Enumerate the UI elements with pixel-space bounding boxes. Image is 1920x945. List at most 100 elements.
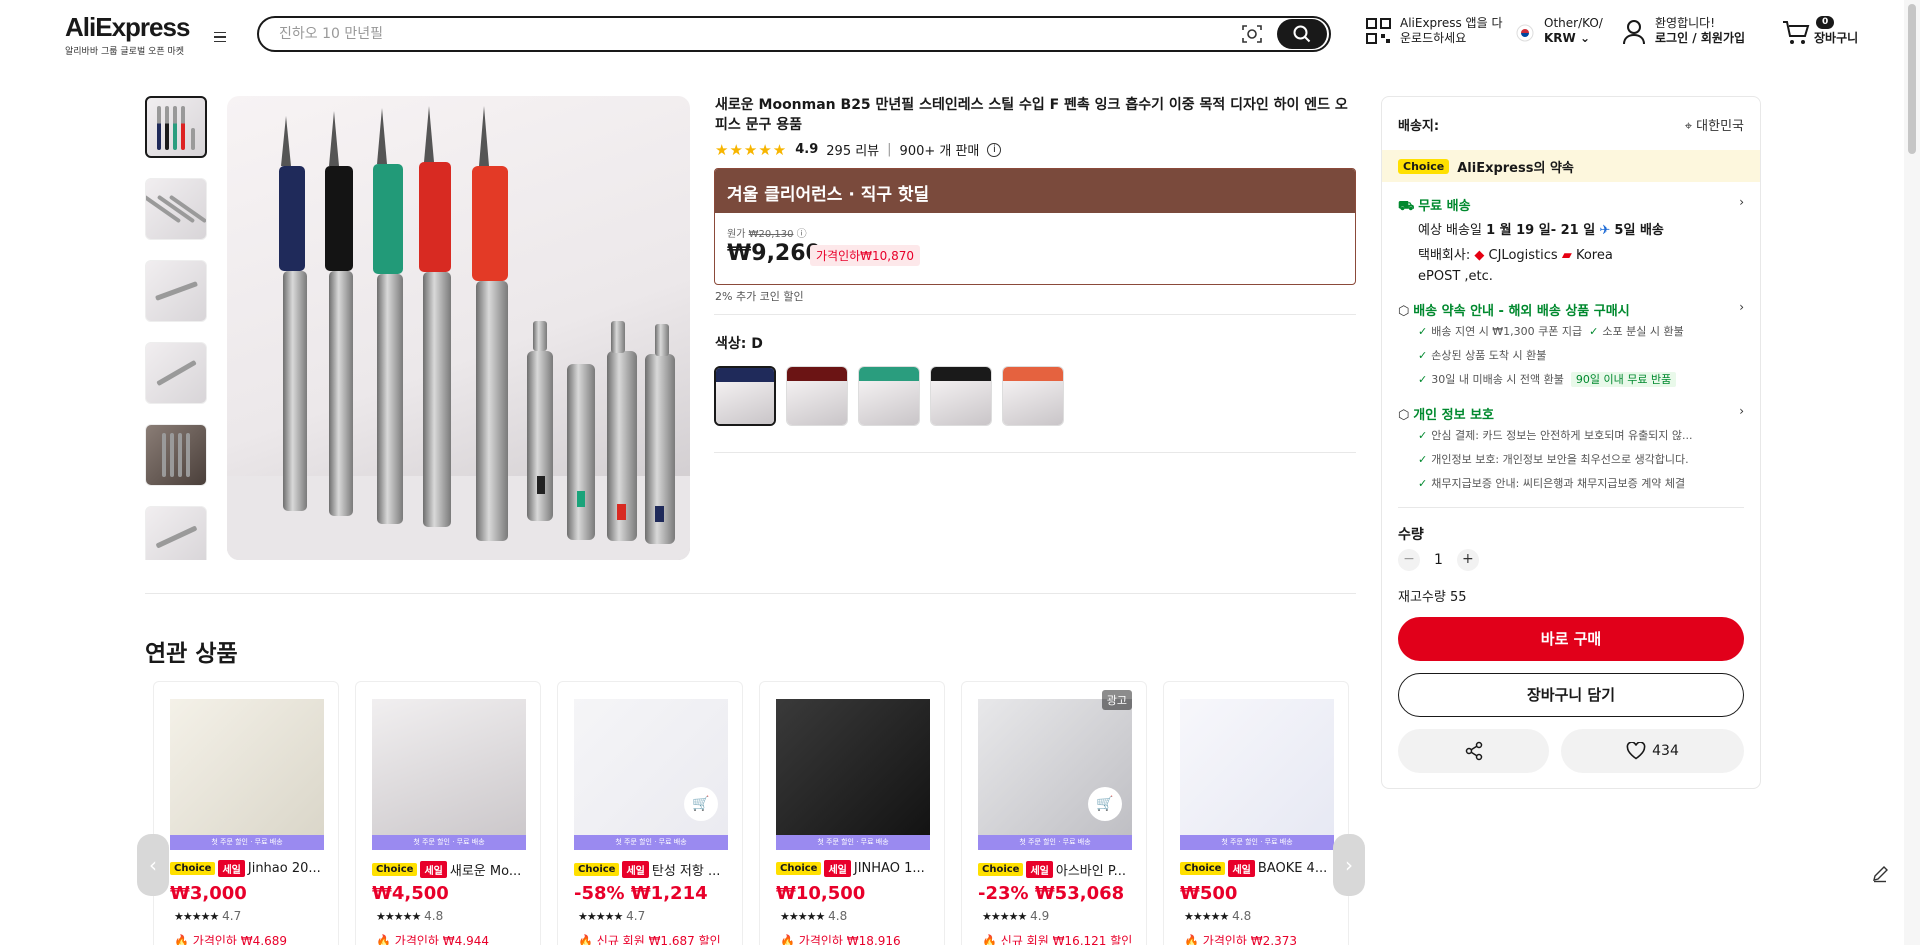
locale-selector[interactable]: Other/KO/ KRW ⌄ [1516, 16, 1603, 46]
app-line-1: AliExpress 앱을 다 [1400, 16, 1503, 30]
search-icon [1293, 25, 1311, 43]
related-product-price: -23% ₩53,068 [978, 883, 1125, 904]
thumbnail-4[interactable] [145, 342, 207, 404]
related-product-rating: ★★★★★ 4.8 [1184, 909, 1252, 923]
login-signup-link[interactable]: 로그인 / 회원가입 [1655, 31, 1745, 46]
free-shipping-row[interactable]: ⛟ 무료 배송 › [1398, 195, 1744, 216]
related-product-rating: ★★★★★ 4.9 [982, 909, 1050, 923]
thumbnail-list [145, 96, 209, 560]
page-scrollbar[interactable] [1904, 0, 1920, 945]
related-product-image [978, 699, 1132, 850]
flame-icon: 🔥 [1184, 934, 1199, 945]
eta-dates: 1 월 19 일- 21 일 [1486, 223, 1596, 238]
related-product-card[interactable]: 첫 주문 할인 · 무료 배송 Choice 세일 BAOKE 4... ₩500 ★★★… [1163, 681, 1349, 945]
chevron-right-icon: › [1739, 195, 1744, 209]
share-button[interactable] [1398, 729, 1549, 773]
ship-to-selector[interactable]: ⌖ 대한민국 [1685, 115, 1744, 134]
rating-row: ★★★★★ 4.9 295 리뷰 | 900+ 개 판매 i [715, 140, 1002, 159]
flame-icon: 🔥 [376, 934, 391, 945]
chevron-right-icon: › [1739, 404, 1744, 418]
share-icon [1465, 741, 1482, 761]
related-product-card[interactable]: 첫 주문 할인 · 무료 배송 광고 🛒 Choice 세일 아스바인 P... -23% … [961, 681, 1147, 945]
thumbnail-3[interactable] [145, 260, 207, 322]
wishlist-count: 434 [1652, 743, 1679, 759]
chevron-down-icon: ⌄ [1579, 31, 1591, 45]
color-swatch-3[interactable] [858, 366, 920, 426]
thumbnail-5[interactable] [145, 424, 207, 486]
search-input[interactable] [279, 24, 1219, 44]
privacy-list: ✓ 안심 결제: 카드 정보는 안전하게 보호되며 유출되지 않... ✓ 개인정보… [1418, 429, 1693, 490]
app-line-2: 운로드하세요 [1400, 31, 1467, 45]
related-product-rating: ★★★★★ 4.8 [780, 909, 848, 923]
carousel-next-button[interactable]: › [1333, 834, 1365, 896]
color-swatch-5[interactable] [1002, 366, 1064, 426]
rating-stars-icon: ★★★★★ [715, 140, 788, 159]
related-product-name: Choice 세일 JINHAO 1... [776, 860, 936, 877]
star-rating-icon: ★★★★★ [174, 910, 219, 923]
buy-now-button[interactable]: 바로 구매 [1398, 617, 1744, 661]
color-swatch-4[interactable] [930, 366, 992, 426]
color-swatch-2[interactable] [786, 366, 848, 426]
sale-price: ₩9,260 [727, 241, 821, 266]
free-return-badge: 90일 이내 무료 반품 [1570, 372, 1677, 387]
promo-strip: 첫 주문 할인 · 무료 배송 [978, 835, 1132, 850]
carousel-prev-button[interactable]: ‹ [137, 834, 169, 896]
account-menu[interactable]: 환영합니다! 로그인 / 회원가입 [1622, 16, 1745, 46]
plane-icon: ✈ [1599, 223, 1611, 238]
quantity-decrease-button[interactable]: − [1398, 549, 1420, 571]
choice-tag: Choice [372, 863, 418, 876]
flame-icon: 🔥 [780, 934, 795, 945]
info-icon[interactable]: ⓘ [797, 229, 807, 240]
related-product-card[interactable]: 첫 주문 할인 · 무료 배송 Choice 세일 JINHAO 1... ₩10,50… [759, 681, 945, 945]
flame-icon: 🔥 [982, 934, 997, 945]
choice-title: AliExpress의 약속 [1457, 160, 1574, 176]
eta-fast: 5일 배송 [1614, 223, 1664, 238]
sale-tag: 세일 [218, 860, 245, 877]
related-product-card[interactable]: 첫 주문 할인 · 무료 배송 Choice 세일 새로운 Mo... ₩4,500 ★★… [355, 681, 541, 945]
thumbnail-6[interactable] [145, 506, 207, 560]
related-product-name: Choice 세일 탄성 저항 ... [574, 860, 734, 879]
color-label: 색상: D [715, 336, 763, 352]
location-pin-icon: ⌖ [1684, 119, 1693, 134]
truck-icon: ⛟ [1398, 199, 1415, 214]
cj-logo-icon: ◆ [1474, 248, 1485, 263]
rating-value: 4.9 [795, 142, 819, 157]
search-bar [257, 16, 1331, 52]
heart-icon [1626, 742, 1646, 760]
image-search-icon[interactable] [1241, 23, 1263, 45]
reviews-link[interactable]: 295 리뷰 [826, 140, 879, 159]
related-product-card[interactable]: 첫 주문 할인 · 무료 배송 Choice 세일 Jinhao 20... ₩3,00… [153, 681, 339, 945]
category-menu-button[interactable] [208, 25, 232, 49]
carrier-row: 택배회사: ◆ CJLogistics ▰ Korea ePOST ,etc. [1418, 248, 1613, 284]
related-product-rating: ★★★★★ 4.7 [174, 909, 242, 923]
color-swatch-1[interactable] [714, 366, 776, 426]
quantity-increase-button[interactable]: + [1456, 549, 1479, 571]
thumbnail-2[interactable] [145, 178, 207, 240]
delivery-promise-row[interactable]: ⬡ 배송 약속 안내 - 해외 배송 상품 구매시 › [1398, 300, 1744, 319]
free-shipping-title: 무료 배송 [1418, 199, 1471, 214]
quantity-value[interactable]: 1 [1434, 552, 1443, 568]
ship-to-label: 배송지: [1398, 119, 1440, 134]
add-to-cart-button[interactable]: 장바구니 담기 [1398, 673, 1744, 717]
related-product-note: 🔥 가격인하 ₩18,916 [780, 932, 940, 945]
privacy-row[interactable]: ⬡ 개인 정보 보호 › [1398, 404, 1744, 423]
related-product-image [170, 699, 324, 850]
thumbnail-1[interactable] [145, 96, 207, 158]
wishlist-button[interactable]: 434 [1561, 729, 1744, 773]
choice-promise-bar: Choice AliExpress의 약속 [1382, 150, 1760, 182]
top-header: AliExpress 알리바바 그룹 글로벌 오픈 마켓 AliExpress … [0, 0, 1920, 68]
main-product-image[interactable] [227, 96, 690, 560]
related-product-rating: ★★★★★ 4.8 [376, 909, 444, 923]
add-to-cart-icon[interactable]: 🛒 [684, 787, 718, 821]
add-to-cart-icon[interactable]: 🛒 [1088, 787, 1122, 821]
app-download[interactable]: AliExpress 앱을 다 운로드하세요 [1366, 16, 1502, 46]
related-product-rating: ★★★★★ 4.7 [578, 909, 646, 923]
related-product-image [574, 699, 728, 850]
related-product-card[interactable]: 첫 주문 할인 · 무료 배송 🛒 Choice 세일 탄성 저항 ... -58% ₩1… [557, 681, 743, 945]
logo-text: AliExpress [65, 12, 190, 42]
feedback-edit-button[interactable] [1864, 858, 1896, 890]
info-icon[interactable]: i [987, 142, 1002, 157]
original-price: 원가 ₩20,130 ⓘ [727, 229, 807, 240]
search-button[interactable] [1277, 19, 1327, 49]
aliexpress-logo[interactable]: AliExpress 알리바바 그룹 글로벌 오픈 마켓 [65, 12, 190, 57]
